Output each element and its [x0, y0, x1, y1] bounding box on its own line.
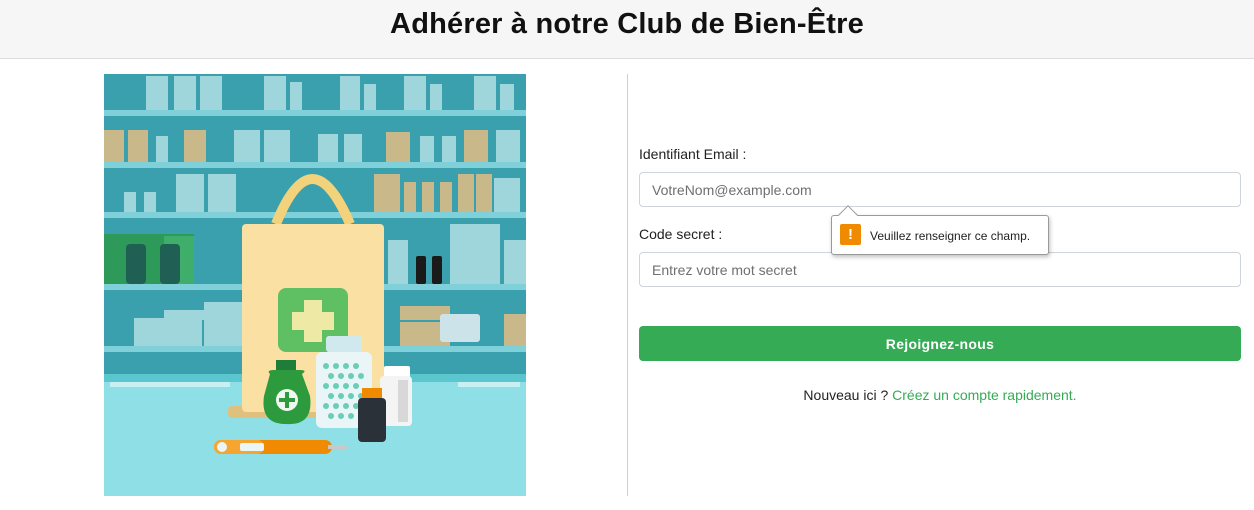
- validation-tooltip: ! Veuillez renseigner ce champ.: [831, 205, 1049, 255]
- password-field[interactable]: [639, 252, 1241, 287]
- page-title: Adhérer à notre Club de Bien-Être: [390, 8, 864, 40]
- tooltip-arrow: [838, 205, 858, 225]
- signup-prompt: Nouveau ici ? Créez un compte rapidement…: [639, 387, 1241, 403]
- page-header: Adhérer à notre Club de Bien-Être: [0, 0, 1254, 59]
- join-button[interactable]: Rejoignez-nous: [639, 326, 1241, 361]
- email-field[interactable]: [639, 172, 1241, 207]
- password-label: Code secret :: [639, 226, 723, 242]
- signup-form: Identifiant Email : Code secret : Rejoig…: [639, 74, 1241, 496]
- tooltip-message: Veuillez renseigner ce champ.: [870, 229, 1031, 243]
- warning-icon: !: [840, 224, 861, 245]
- pharmacy-illustration: [104, 74, 526, 496]
- create-account-link[interactable]: Créez un compte rapidement.: [892, 387, 1076, 403]
- signup-prefix: Nouveau ici ?: [803, 387, 889, 403]
- email-label: Identifiant Email :: [639, 146, 747, 162]
- vertical-divider: [627, 74, 628, 496]
